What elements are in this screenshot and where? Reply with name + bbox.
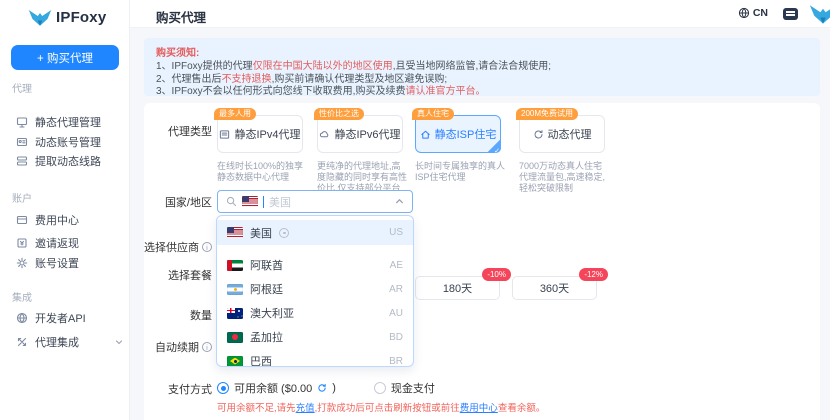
supplier-label: 选择供应商i: [144, 239, 212, 255]
sidebar-section-integration: 集成: [12, 289, 32, 304]
sidebar: IPFoxy + 购买代理 代理 静态代理管理 动态账号管理 提取动态线路 账户…: [0, 0, 130, 420]
type-card-dynamic[interactable]: 动态代理: [519, 115, 605, 153]
type-badge-4: 200M免费试用: [516, 108, 578, 120]
page-title: 购买代理: [156, 7, 206, 26]
type-card-isp[interactable]: 静态ISP住宅: [415, 115, 501, 153]
ipv4-icon: [219, 129, 230, 140]
home-icon: [420, 129, 431, 140]
type-badge-3: 真人住宅: [412, 108, 454, 120]
message-icon[interactable]: [783, 8, 798, 20]
text-cursor: [263, 196, 264, 208]
proxy-type-label: 代理类型: [144, 123, 212, 139]
flag-ae-icon: [227, 260, 243, 271]
sidebar-item-invite-cashback[interactable]: 邀请返现: [16, 235, 123, 251]
type-card-ipv6[interactable]: 静态IPv6代理: [317, 115, 403, 153]
cashback-icon: [16, 237, 28, 249]
sidebar-item-proxy-integration[interactable]: 代理集成: [16, 334, 123, 350]
country-option-us[interactable]: 美国 US: [217, 220, 413, 245]
language-label: CN: [753, 7, 768, 19]
id-card-icon: [16, 136, 28, 148]
sidebar-section-account: 账户: [12, 190, 32, 205]
user-avatar[interactable]: [809, 3, 830, 28]
language-switcher[interactable]: CN: [738, 7, 768, 19]
type-card-ipv4[interactable]: 静态IPv4代理: [217, 115, 303, 153]
autorenew-label: 自动续期i: [144, 339, 212, 355]
country-option-bd[interactable]: 孟加拉 BD: [217, 325, 413, 349]
billing-center-link[interactable]: 费用中心: [460, 403, 498, 414]
country-option-br[interactable]: 巴西 BR: [217, 349, 413, 367]
sidebar-section-proxy: 代理: [12, 80, 32, 95]
country-dropdown: 美国 US 阿联酋 AE 阿根廷 AR 澳大利亚 AU: [216, 215, 414, 367]
plan-180-discount-badge: -10%: [482, 268, 511, 281]
country-option-au[interactable]: 澳大利亚 AU: [217, 301, 413, 325]
flag-bd-icon: [227, 332, 243, 343]
globe-icon: [738, 7, 750, 19]
type-badge-1: 最多人用: [214, 108, 256, 120]
type-desc-dynamic: 7000万动态真人住宅代理流量包,高速稳定,轻松突破限制: [519, 161, 609, 194]
topbar: 购买代理 CN: [130, 0, 830, 28]
brand-logo[interactable]: IPFoxy: [28, 8, 106, 27]
country-select-input[interactable]: 美国: [217, 190, 413, 213]
flag-ar-icon: [227, 284, 243, 295]
buy-proxy-button[interactable]: + 购买代理: [11, 45, 119, 70]
extract-lines-icon: [16, 155, 28, 167]
country-label: 国家/地区: [144, 194, 212, 210]
sidebar-item-billing-center[interactable]: 费用中心: [16, 212, 123, 228]
chevron-down-icon: [115, 338, 123, 346]
sidebar-item-dynamic-account[interactable]: 动态账号管理: [16, 134, 123, 150]
search-icon: [226, 196, 237, 207]
type-badge-2: 性价比之选: [314, 108, 364, 120]
flag-us-icon: [227, 227, 243, 238]
content-area: 购买须知: 1、IPFoxy提供的代理仅限在中国大陆以外的地区使用,且受当地网络…: [130, 28, 830, 420]
check-icon: [486, 138, 501, 153]
radio-unselected-icon: [374, 382, 386, 394]
quantity-label: 数量: [144, 307, 212, 323]
brand-name: IPFoxy: [56, 9, 106, 26]
recharge-link[interactable]: 充值: [296, 403, 315, 414]
country-option-ae[interactable]: 阿联酋 AE: [217, 253, 413, 277]
type-desc-ipv4: 在线时长100%的独享静态数据中心代理: [217, 161, 307, 183]
ipv6-icon: [319, 129, 330, 140]
sidebar-item-account-settings[interactable]: 账号设置: [16, 255, 123, 271]
notice-line-2: 2、代理售出后不支持退换,购买前请确认代理类型及地区避免误购;: [156, 74, 808, 87]
info-icon[interactable]: i: [202, 242, 212, 252]
notice-line-1: 1、IPFoxy提供的代理仅限在中国大陆以外的地区使用,且受当地网络监管,请合法…: [156, 61, 808, 74]
api-globe-icon: [16, 312, 28, 324]
dynamic-icon: [533, 129, 544, 140]
sidebar-item-developer-api[interactable]: 开发者API: [16, 310, 123, 326]
sidebar-item-extract-lines[interactable]: 提取动态线路: [16, 153, 123, 169]
notice-line-3: 3、IPFoxy不会以任何形式向您线下收取费用,购买及续费请认准官方平台。: [156, 86, 808, 99]
payment-options: 可用余额 ($0.00 ) 现金支付: [217, 381, 435, 395]
wallet-icon: [16, 214, 28, 226]
chevron-up-icon[interactable]: [395, 197, 404, 206]
refresh-icon[interactable]: [317, 383, 327, 393]
flag-br-icon: [227, 356, 243, 367]
gear-icon: [16, 257, 28, 269]
radio-selected-icon: [217, 382, 229, 394]
country-info-icon: [279, 228, 289, 238]
buy-proxy-page: IPFoxy + 购买代理 代理 静态代理管理 动态账号管理 提取动态线路 账户…: [0, 0, 830, 420]
plan-360-card[interactable]: 360天 -12%: [512, 276, 597, 300]
balance-warning: 可用余额不足,请先充值,打款成功后可点击刷新按钮或前往费用中心查看余额。: [217, 400, 545, 414]
payment-option-cash[interactable]: 现金支付: [374, 380, 435, 396]
payment-option-balance[interactable]: 可用余额 ($0.00 ): [217, 380, 336, 396]
purchase-notice: 购买须知: 1、IPFoxy提供的代理仅限在中国大陆以外的地区使用,且受当地网络…: [144, 38, 820, 96]
flag-au-icon: [227, 308, 243, 319]
sidebar-item-static-proxy[interactable]: 静态代理管理: [16, 114, 123, 130]
integration-icon: [16, 336, 28, 348]
fox-logo-icon: [28, 8, 52, 27]
country-option-ar[interactable]: 阿根廷 AR: [217, 277, 413, 301]
plan-180-card[interactable]: 180天 -10%: [415, 276, 500, 300]
payment-label: 支付方式: [144, 381, 212, 397]
type-desc-isp: 长时间专属独享的真人ISP住宅代理: [415, 161, 505, 183]
country-placeholder: 美国: [269, 194, 291, 210]
plan-label: 选择套餐: [144, 267, 212, 283]
info-icon[interactable]: i: [202, 342, 212, 352]
fox-avatar-icon: [809, 3, 830, 25]
selected-country-flag: [242, 196, 258, 207]
plan-360-discount-badge: -12%: [579, 268, 608, 281]
purchase-form-panel: 代理类型 最多人用 静态IPv4代理 在线时长100%的独享静态数据中心代理 性…: [144, 103, 820, 420]
monitor-icon: [16, 116, 28, 128]
notice-title: 购买须知:: [156, 44, 808, 59]
